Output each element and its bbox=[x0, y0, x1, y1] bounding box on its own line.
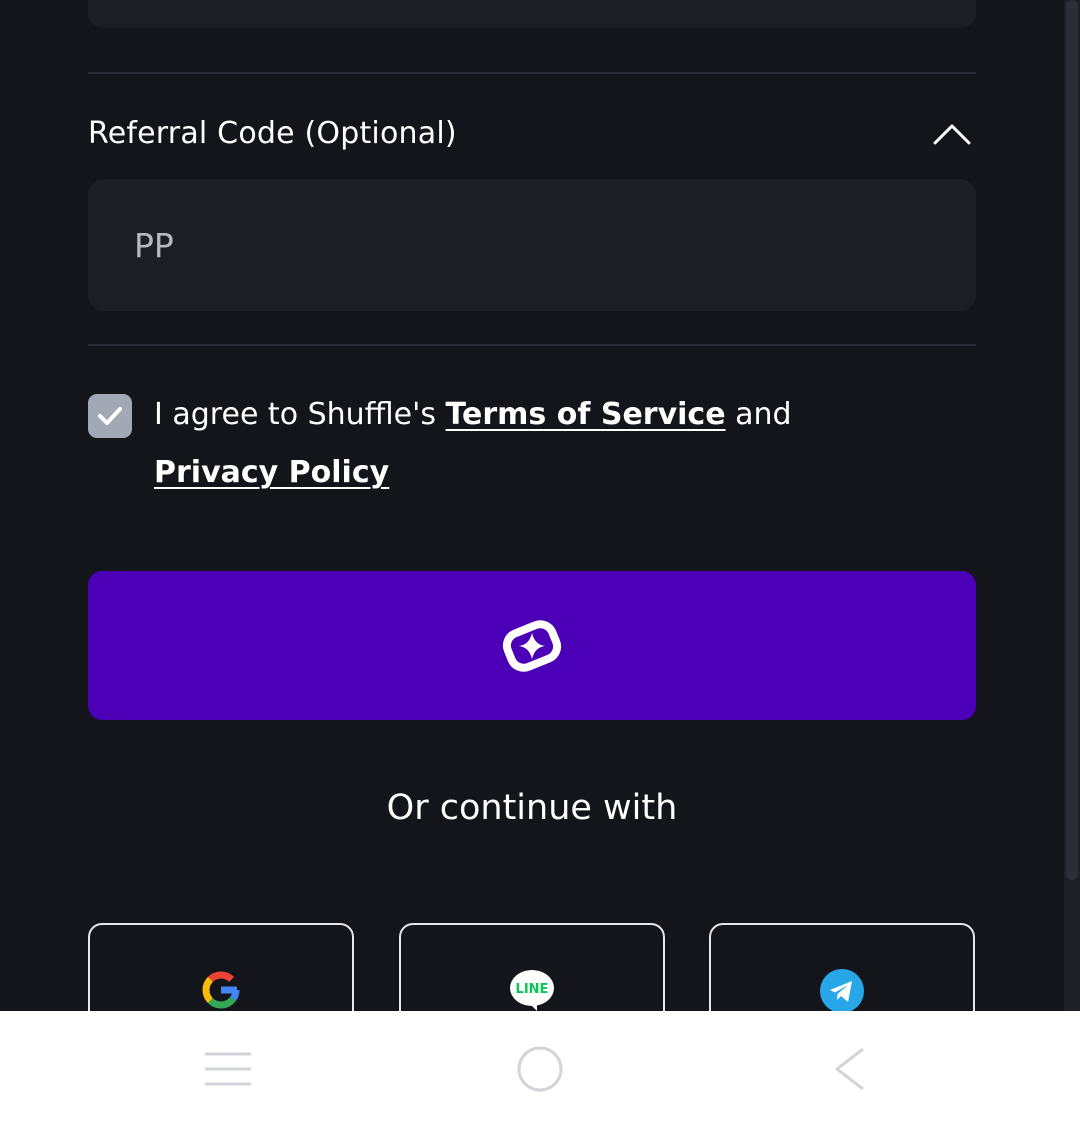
chevron-up-icon bbox=[933, 124, 971, 145]
divider bbox=[88, 72, 976, 74]
referral-code-input[interactable] bbox=[88, 179, 976, 311]
shuffle-logo-icon bbox=[502, 619, 562, 672]
home-button[interactable] bbox=[480, 1011, 600, 1126]
referral-code-title: Referral Code (Optional) bbox=[88, 115, 457, 151]
line-label: LINE bbox=[516, 982, 549, 997]
scrollbar-thumb[interactable] bbox=[1066, 0, 1078, 880]
system-navigation-bar bbox=[0, 1011, 1080, 1126]
agree-checkbox[interactable] bbox=[88, 394, 132, 438]
referral-code-toggle[interactable]: Referral Code (Optional) bbox=[88, 106, 976, 160]
terms-of-service-link[interactable]: Terms of Service bbox=[446, 397, 726, 432]
submit-button[interactable] bbox=[88, 571, 976, 720]
line-icon: LINE bbox=[510, 970, 554, 1011]
home-icon bbox=[517, 1046, 563, 1091]
agreement-text: I agree to Shuffle's Terms of Service an… bbox=[154, 386, 954, 502]
menu-icon bbox=[205, 1052, 251, 1085]
screen: Referral Code (Optional) I agree to Shuf… bbox=[0, 0, 1080, 1126]
privacy-policy-link[interactable]: Privacy Policy bbox=[154, 455, 389, 490]
recent-apps-button[interactable] bbox=[168, 1011, 288, 1126]
back-button[interactable] bbox=[790, 1011, 910, 1126]
check-icon bbox=[98, 407, 122, 425]
previous-input-field[interactable] bbox=[88, 0, 976, 28]
agreement-prefix: I agree to Shuffle's bbox=[154, 397, 436, 432]
agreement-conjunction: and bbox=[735, 397, 792, 432]
back-icon bbox=[835, 1047, 864, 1090]
divider bbox=[88, 344, 976, 346]
google-icon bbox=[202, 971, 240, 1009]
telegram-icon bbox=[820, 969, 864, 1013]
or-continue-with-text: Or continue with bbox=[386, 788, 678, 828]
